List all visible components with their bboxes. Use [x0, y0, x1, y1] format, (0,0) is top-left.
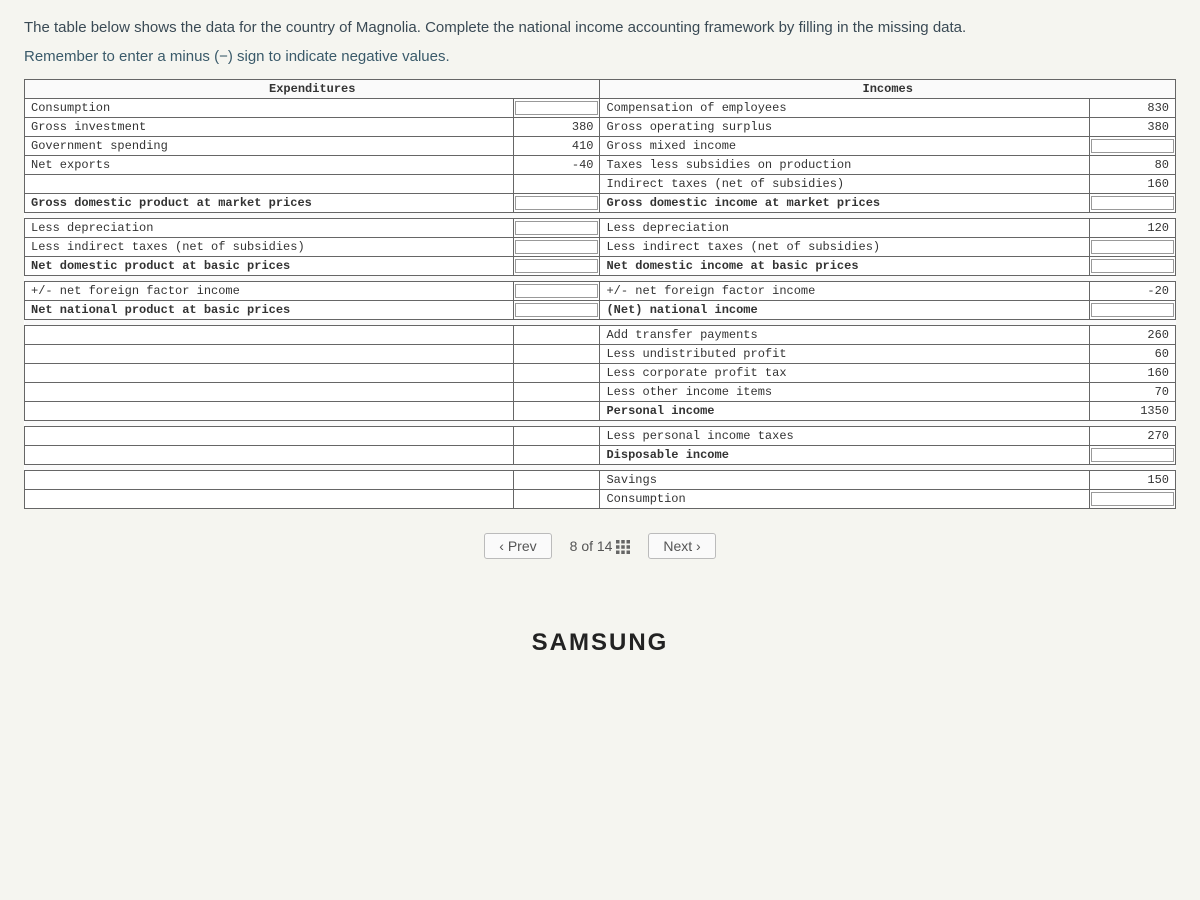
inc-indirect-taxes-value: 160 — [1089, 175, 1175, 194]
exp-net-exports-value: -40 — [514, 156, 600, 175]
exp-less-depreciation-input[interactable] — [514, 219, 600, 238]
exp-consumption-input[interactable] — [514, 99, 600, 118]
chevron-left-icon: ‹ — [499, 538, 504, 554]
inc-less-undistributed-label: Less undistributed profit — [600, 345, 1089, 364]
inc-indirect-taxes-label: Indirect taxes (net of subsidies) — [600, 175, 1089, 194]
inc-less-corporate-tax-label: Less corporate profit tax — [600, 364, 1089, 383]
inc-less-depreciation-label: Less depreciation — [600, 219, 1089, 238]
accounting-table: Expenditures Incomes Consumption Compens… — [24, 79, 1176, 509]
inc-less-personal-taxes-label: Less personal income taxes — [600, 427, 1089, 446]
inc-net-foreign-factor-value: -20 — [1089, 282, 1175, 301]
inc-less-indirect-taxes-label: Less indirect taxes (net of subsidies) — [600, 238, 1089, 257]
prev-button[interactable]: ‹ Prev — [484, 533, 551, 559]
inc-gross-mixed-income-input[interactable] — [1089, 137, 1175, 156]
inc-disposable-income-label: Disposable income — [600, 446, 1089, 465]
exp-less-indirect-taxes-label: Less indirect taxes (net of subsidies) — [25, 238, 514, 257]
exp-less-depreciation-label: Less depreciation — [25, 219, 514, 238]
exp-gdp-market-input[interactable] — [514, 194, 600, 213]
exp-consumption-label: Consumption — [25, 99, 514, 118]
pagination-nav: ‹ Prev 8 of 14 Next › — [24, 533, 1176, 559]
chevron-right-icon: › — [696, 538, 701, 554]
exp-net-exports-label: Net exports — [25, 156, 514, 175]
inc-taxes-less-subsidies-value: 80 — [1089, 156, 1175, 175]
inc-disposable-income-input[interactable] — [1089, 446, 1175, 465]
exp-gross-investment-value: 380 — [514, 118, 600, 137]
inc-gross-mixed-income-label: Gross mixed income — [600, 137, 1089, 156]
exp-ndp-basic-input[interactable] — [514, 257, 600, 276]
exp-government-spending-label: Government spending — [25, 137, 514, 156]
reminder-text: Remember to enter a minus (−) sign to in… — [24, 48, 1176, 65]
inc-personal-income-label: Personal income — [600, 402, 1089, 421]
inc-ndi-basic-input[interactable] — [1089, 257, 1175, 276]
exp-less-indirect-taxes-input[interactable] — [514, 238, 600, 257]
inc-less-corporate-tax-value: 160 — [1089, 364, 1175, 383]
inc-gross-operating-surplus-value: 380 — [1089, 118, 1175, 137]
inc-gdi-market-label: Gross domestic income at market prices — [600, 194, 1089, 213]
inc-personal-income-value: 1350 — [1089, 402, 1175, 421]
inc-net-foreign-factor-label: +/- net foreign factor income — [600, 282, 1089, 301]
exp-net-foreign-factor-label: +/- net foreign factor income — [25, 282, 514, 301]
inc-compensation-value: 830 — [1089, 99, 1175, 118]
inc-less-depreciation-value: 120 — [1089, 219, 1175, 238]
inc-less-other-items-value: 70 — [1089, 383, 1175, 402]
inc-consumption-input[interactable] — [1089, 490, 1175, 509]
inc-less-undistributed-value: 60 — [1089, 345, 1175, 364]
inc-less-personal-taxes-value: 270 — [1089, 427, 1175, 446]
inc-add-transfer-value: 260 — [1089, 326, 1175, 345]
inc-national-income-label: (Net) national income — [600, 301, 1089, 320]
exp-net-foreign-factor-input[interactable] — [514, 282, 600, 301]
expenditures-header: Expenditures — [25, 80, 600, 99]
grid-icon[interactable] — [616, 540, 630, 554]
inc-savings-value: 150 — [1089, 471, 1175, 490]
exp-nnp-basic-input[interactable] — [514, 301, 600, 320]
inc-gross-operating-surplus-label: Gross operating surplus — [600, 118, 1089, 137]
inc-taxes-less-subsidies-label: Taxes less subsidies on production — [600, 156, 1089, 175]
inc-ndi-basic-label: Net domestic income at basic prices — [600, 257, 1089, 276]
inc-add-transfer-label: Add transfer payments — [600, 326, 1089, 345]
incomes-header: Incomes — [600, 80, 1176, 99]
inc-national-income-input[interactable] — [1089, 301, 1175, 320]
inc-consumption-label: Consumption — [600, 490, 1089, 509]
exp-nnp-basic-label: Net national product at basic prices — [25, 301, 514, 320]
instructions-text: The table below shows the data for the c… — [24, 16, 1176, 40]
exp-gross-investment-label: Gross investment — [25, 118, 514, 137]
next-button[interactable]: Next › — [648, 533, 715, 559]
exp-ndp-basic-label: Net domestic product at basic prices — [25, 257, 514, 276]
brand-logo: SAMSUNG — [24, 629, 1176, 657]
inc-less-other-items-label: Less other income items — [600, 383, 1089, 402]
exp-government-spending-value: 410 — [514, 137, 600, 156]
inc-savings-label: Savings — [600, 471, 1089, 490]
inc-compensation-label: Compensation of employees — [600, 99, 1089, 118]
inc-gdi-market-input[interactable] — [1089, 194, 1175, 213]
inc-less-indirect-taxes-input[interactable] — [1089, 238, 1175, 257]
exp-gdp-market-label: Gross domestic product at market prices — [25, 194, 514, 213]
page-indicator: 8 of 14 — [570, 538, 631, 554]
